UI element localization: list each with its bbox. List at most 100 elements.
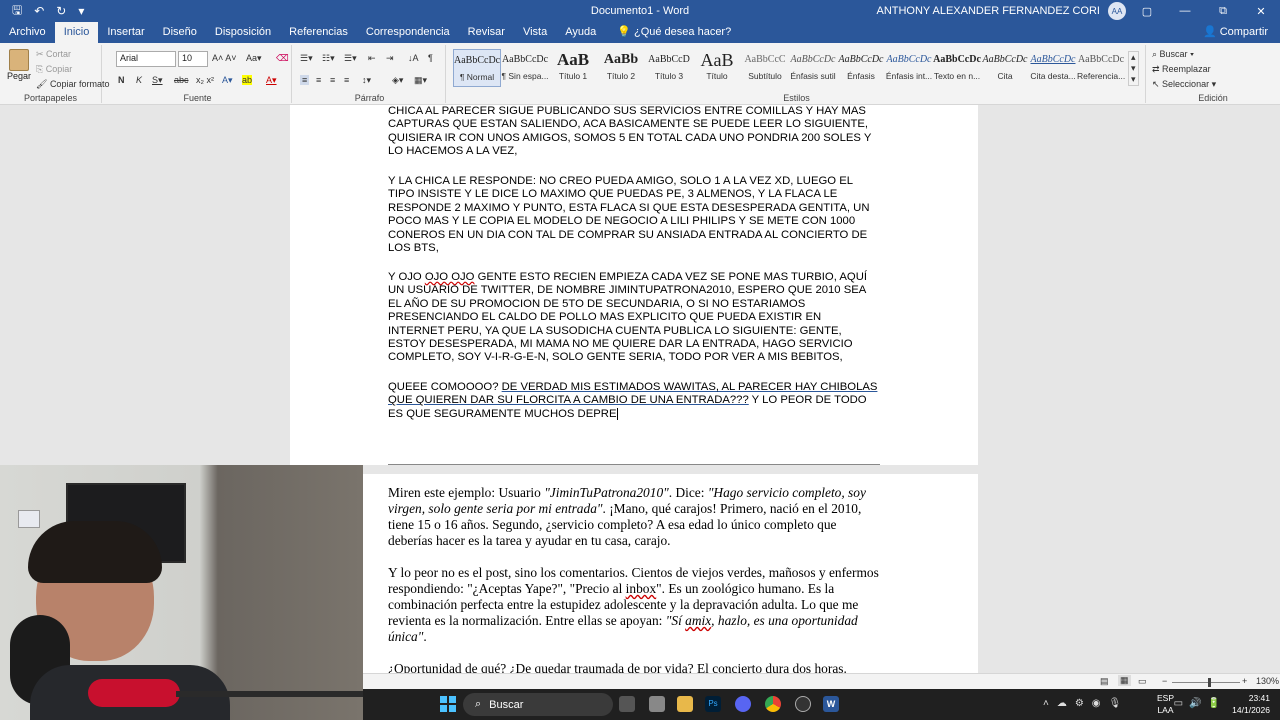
borders-icon[interactable]: ▦▾ bbox=[414, 75, 427, 86]
style-subtle-emphasis[interactable]: AaBbCcDc Énfasis sutil bbox=[789, 49, 837, 87]
clock[interactable]: 23:41 14/1/2026 bbox=[1232, 692, 1270, 716]
tab-inicio[interactable]: Inicio bbox=[54, 22, 99, 43]
tab-vista[interactable]: Vista bbox=[514, 22, 556, 43]
tab-correspondencia[interactable]: Correspondencia bbox=[357, 22, 459, 43]
share-button[interactable]: 👤 Compartir bbox=[1203, 22, 1268, 43]
paragraph: Y lo peor no es el post, sino los coment… bbox=[388, 565, 879, 644]
zoom-out-icon[interactable]: − bbox=[1162, 676, 1167, 686]
ribbon-display-options-button[interactable]: ▢ bbox=[1128, 0, 1166, 22]
strikethrough-icon[interactable]: abc bbox=[174, 75, 189, 85]
minimize-button[interactable]: — bbox=[1166, 0, 1204, 22]
page[interactable]: Miren este ejemplo: Usuario "JiminTuPatr… bbox=[290, 464, 978, 673]
replace-button[interactable]: ⇄ Reemplazar bbox=[1152, 64, 1211, 75]
read-mode-icon[interactable]: ▤ bbox=[1100, 676, 1109, 687]
style-no-spacing[interactable]: AaBbCcDc ¶ Sin espa... bbox=[501, 49, 549, 87]
language-indicator[interactable]: ESP LAA bbox=[1157, 692, 1174, 716]
style-heading-1[interactable]: AaB Título 1 bbox=[549, 49, 597, 87]
web-layout-icon[interactable]: ▭ bbox=[1138, 676, 1147, 687]
style-heading-2[interactable]: AaBb Título 2 bbox=[597, 49, 645, 87]
tab-ayuda[interactable]: Ayuda bbox=[556, 22, 605, 43]
paragraph: ¿Oportunidad de qué? ¿De quedar traumada… bbox=[388, 661, 847, 673]
tab-archivo[interactable]: Archivo bbox=[0, 22, 55, 43]
tab-referencias[interactable]: Referencias bbox=[280, 22, 357, 43]
taskbar-search[interactable]: ⌕ Buscar bbox=[463, 693, 613, 716]
format-painter-button[interactable]: 🖌 Copiar formato bbox=[36, 79, 109, 90]
zoom-slider[interactable] bbox=[1172, 678, 1240, 687]
zoom-thumb[interactable] bbox=[1208, 678, 1211, 687]
clear-format-icon[interactable]: ⌫ bbox=[276, 53, 289, 64]
customize-qat-icon[interactable]: ▾ bbox=[78, 4, 84, 18]
style-subtitle[interactable]: AaBbCcC Subtítulo bbox=[741, 49, 789, 87]
maximize-button[interactable]: ⧉ bbox=[1204, 0, 1242, 22]
sort-icon[interactable]: ↓A bbox=[408, 53, 419, 63]
align-left-icon[interactable]: ≡ bbox=[300, 75, 310, 85]
bullets-icon[interactable]: ☰▾ bbox=[300, 53, 313, 64]
styles-scroll-icon[interactable]: ▴ ▾ ▾ bbox=[1128, 51, 1139, 86]
style-strong[interactable]: AaBbCcDc Texto en n... bbox=[933, 49, 981, 87]
print-layout-icon[interactable]: ▦ bbox=[1118, 675, 1131, 686]
tab-revisar[interactable]: Revisar bbox=[459, 22, 514, 43]
increase-indent-icon[interactable]: ⇥ bbox=[386, 53, 394, 64]
app-icon[interactable] bbox=[795, 696, 811, 712]
grow-font-icon[interactable]: A˄ A˅ bbox=[212, 53, 237, 63]
style-subtle-reference[interactable]: AaBbCcDc Referencia... bbox=[1077, 49, 1125, 87]
tab-insertar[interactable]: Insertar bbox=[98, 22, 153, 43]
justify-icon[interactable]: ≡ bbox=[344, 75, 349, 85]
copy-button[interactable]: ⎘ Copiar bbox=[36, 64, 72, 75]
style-name: ¶ Sin espa... bbox=[501, 71, 549, 81]
style-quote[interactable]: AaBbCcDc Cita bbox=[981, 49, 1029, 87]
style-heading-3[interactable]: AaBbCcD Título 3 bbox=[645, 49, 693, 87]
tell-me-search[interactable]: 💡 ¿Qué desea hacer? bbox=[605, 22, 731, 43]
redo-icon[interactable]: ↻ bbox=[56, 4, 66, 18]
decrease-indent-icon[interactable]: ⇤ bbox=[368, 53, 376, 64]
multilevel-list-icon[interactable]: ☰▾ bbox=[344, 53, 357, 64]
app-icon[interactable] bbox=[649, 696, 665, 712]
font-size-box[interactable]: 10 bbox=[178, 51, 208, 67]
zoom-in-icon[interactable]: + bbox=[1242, 676, 1247, 686]
paragraph: QUEEE COMOOOO? DE VERDAD MIS ESTIMADOS W… bbox=[388, 381, 878, 420]
avatar[interactable]: AA bbox=[1108, 2, 1126, 20]
find-button[interactable]: ⌕ Buscar ▾ bbox=[1152, 49, 1194, 60]
cut-button[interactable]: ✂ Cortar bbox=[36, 49, 71, 60]
discord-icon[interactable] bbox=[735, 696, 751, 712]
show-marks-icon[interactable]: ¶ bbox=[428, 53, 433, 63]
text-effects-icon[interactable]: A▾ bbox=[222, 75, 233, 86]
close-button[interactable]: ✕ bbox=[1242, 0, 1280, 22]
paste-button[interactable]: Pegar bbox=[6, 49, 32, 81]
align-center-icon[interactable]: ≡ bbox=[316, 75, 321, 85]
shading-icon[interactable]: ◈▾ bbox=[392, 75, 403, 86]
save-icon[interactable]: 🖫 bbox=[12, 1, 22, 22]
style-normal[interactable]: AaBbCcDc ¶ Normal bbox=[453, 49, 501, 87]
subscript-icon[interactable]: x₂ x² bbox=[196, 75, 214, 85]
page[interactable]: CHICA AL PARECER SIGUE PUBLICANDO SUS SE… bbox=[290, 105, 978, 465]
tab-disposicion[interactable]: Disposición bbox=[206, 22, 280, 43]
style-intense-emphasis[interactable]: AaBbCcDc Énfasis int... bbox=[885, 49, 933, 87]
highlight-icon[interactable]: ab bbox=[242, 75, 253, 85]
user-name[interactable]: ANTHONY ALEXANDER FERNANDEZ CORI bbox=[876, 5, 1100, 17]
chrome-icon[interactable] bbox=[765, 696, 781, 712]
zoom-level[interactable]: 130% bbox=[1256, 676, 1279, 686]
tab-diseno[interactable]: Diseño bbox=[154, 22, 206, 43]
font-color-icon[interactable]: A▾ bbox=[266, 75, 277, 86]
word-icon[interactable]: W bbox=[823, 696, 839, 712]
bold-icon[interactable]: N bbox=[118, 75, 125, 85]
italic-icon[interactable]: K bbox=[136, 75, 142, 85]
underline-icon[interactable]: S▾ bbox=[152, 75, 163, 86]
title-bar: 🖫 ↶ ↻ ▾ Documento1 - Word ANTHONY ALEXAN… bbox=[0, 0, 1280, 22]
numbering-icon[interactable]: ☷▾ bbox=[322, 53, 335, 64]
style-intense-quote[interactable]: AaBbCcDc Cita desta... bbox=[1029, 49, 1077, 87]
undo-icon[interactable]: ↶ bbox=[34, 4, 44, 18]
style-title[interactable]: AaB Título bbox=[693, 49, 741, 87]
style-emphasis[interactable]: AaBbCcDc Énfasis bbox=[837, 49, 885, 87]
photoshop-icon[interactable]: Ps bbox=[705, 696, 721, 712]
line-spacing-icon[interactable]: ↕▾ bbox=[362, 75, 371, 86]
task-view-icon[interactable] bbox=[619, 696, 635, 712]
change-case-icon[interactable]: Aa▾ bbox=[246, 53, 262, 64]
status-icons[interactable]: ▭🔊🔋 bbox=[1174, 698, 1226, 709]
font-name-box[interactable]: Arial bbox=[116, 51, 176, 67]
file-explorer-icon[interactable] bbox=[677, 696, 693, 712]
align-right-icon[interactable]: ≡ bbox=[330, 75, 335, 85]
windows-start-icon[interactable] bbox=[440, 696, 456, 712]
style-preview: AaBbCcDc bbox=[1030, 54, 1076, 65]
select-button[interactable]: ↖ Seleccionar ▾ bbox=[1152, 79, 1216, 90]
